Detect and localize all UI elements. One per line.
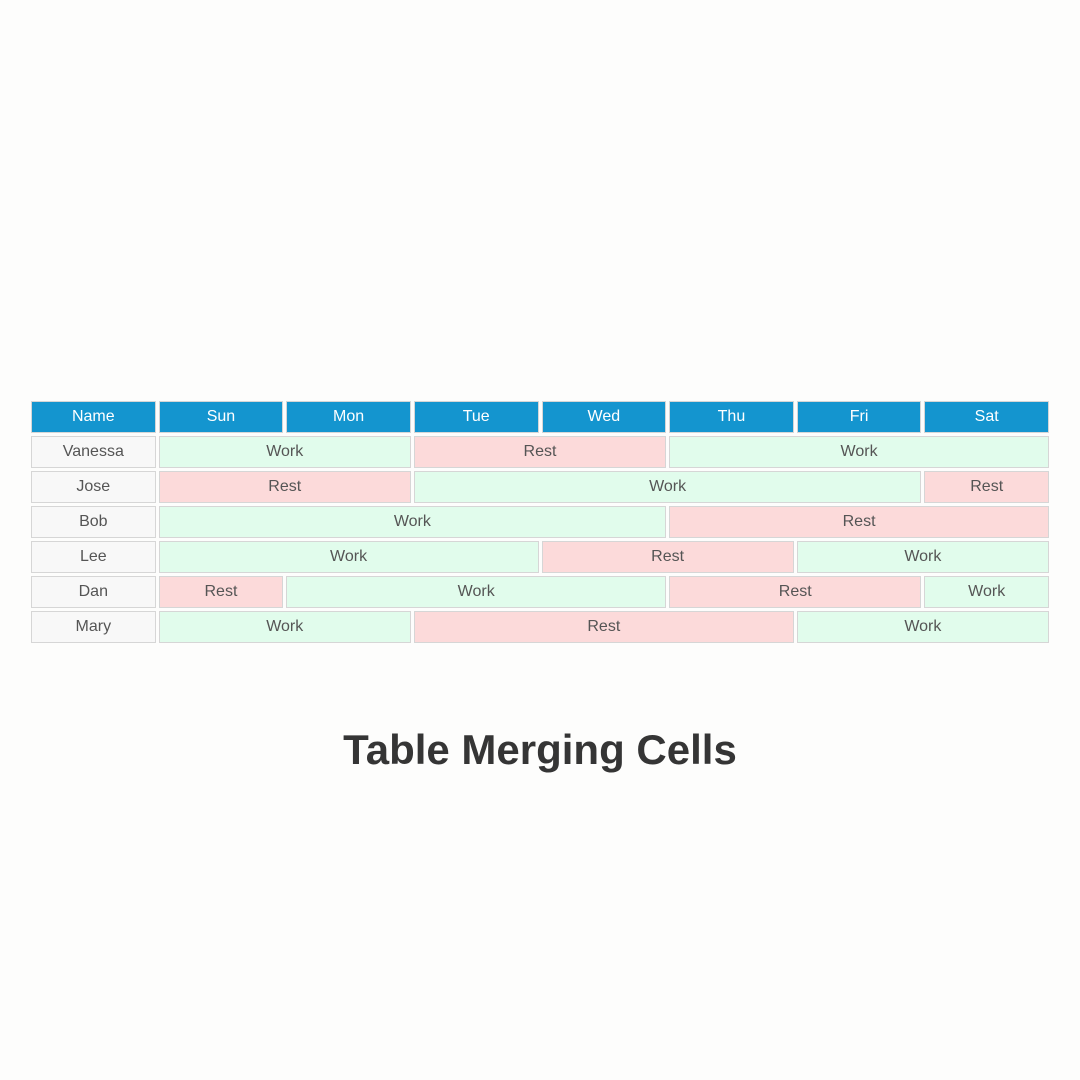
col-sat: Sat: [924, 401, 1049, 433]
rest-cell: Rest: [159, 576, 284, 608]
table-row: JoseRestWorkRest: [31, 471, 1049, 503]
work-cell: Work: [797, 611, 1049, 643]
col-wed: Wed: [542, 401, 667, 433]
schedule-table: Name Sun Mon Tue Wed Thu Fri Sat Vanessa…: [28, 398, 1052, 646]
col-sun: Sun: [159, 401, 284, 433]
table-body: VanessaWorkRestWorkJoseRestWorkRestBobWo…: [31, 436, 1049, 643]
rest-cell: Rest: [414, 436, 666, 468]
col-tue: Tue: [414, 401, 539, 433]
rest-cell: Rest: [159, 471, 411, 503]
work-cell: Work: [159, 506, 667, 538]
name-cell: Mary: [31, 611, 156, 643]
name-cell: Bob: [31, 506, 156, 538]
work-cell: Work: [159, 541, 539, 573]
work-cell: Work: [924, 576, 1049, 608]
rest-cell: Rest: [542, 541, 794, 573]
work-cell: Work: [414, 471, 922, 503]
table-row: DanRestWorkRestWork: [31, 576, 1049, 608]
col-mon: Mon: [286, 401, 411, 433]
rest-cell: Rest: [669, 576, 921, 608]
work-cell: Work: [286, 576, 666, 608]
name-cell: Vanessa: [31, 436, 156, 468]
work-cell: Work: [159, 611, 411, 643]
work-cell: Work: [797, 541, 1049, 573]
work-cell: Work: [669, 436, 1049, 468]
name-cell: Jose: [31, 471, 156, 503]
col-fri: Fri: [797, 401, 922, 433]
col-name: Name: [31, 401, 156, 433]
rest-cell: Rest: [414, 611, 794, 643]
table-row: VanessaWorkRestWork: [31, 436, 1049, 468]
work-cell: Work: [159, 436, 411, 468]
rest-cell: Rest: [924, 471, 1049, 503]
table-header-row: Name Sun Mon Tue Wed Thu Fri Sat: [31, 401, 1049, 433]
name-cell: Lee: [31, 541, 156, 573]
name-cell: Dan: [31, 576, 156, 608]
table-row: MaryWorkRestWork: [31, 611, 1049, 643]
table-row: BobWorkRest: [31, 506, 1049, 538]
table-row: LeeWorkRestWork: [31, 541, 1049, 573]
col-thu: Thu: [669, 401, 794, 433]
rest-cell: Rest: [669, 506, 1049, 538]
page-title: Table Merging Cells: [28, 726, 1052, 774]
